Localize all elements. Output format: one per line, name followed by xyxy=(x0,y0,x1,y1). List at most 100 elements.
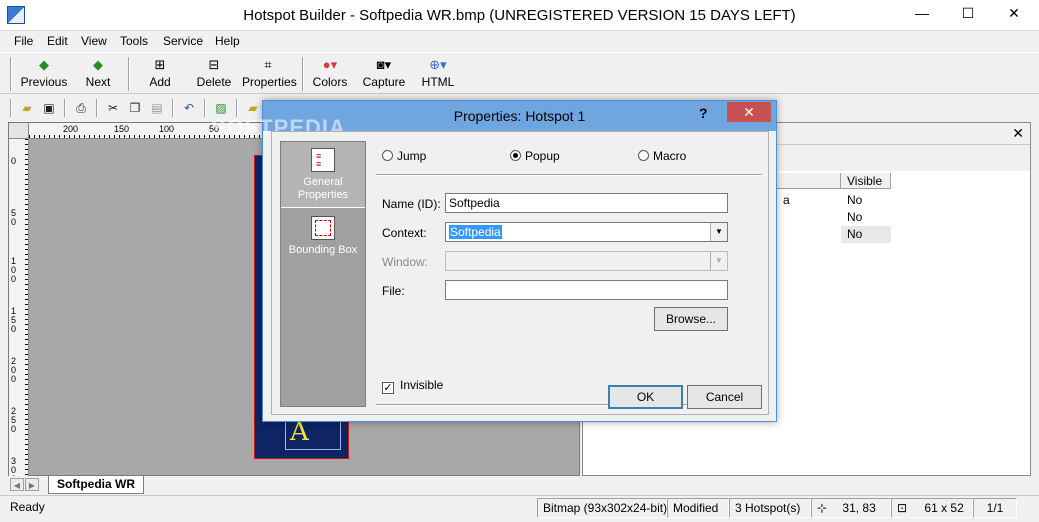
radio-selected-icon xyxy=(510,150,521,161)
window-combobox[interactable]: ▼ xyxy=(445,251,728,271)
html-button[interactable]: ⊕▾ HTML xyxy=(418,57,458,93)
previous-button[interactable]: ◆ Previous xyxy=(20,57,68,93)
undo-icon[interactable]: ↶ xyxy=(180,99,198,117)
ruler-corner xyxy=(9,123,29,139)
dialog-body: ≡ ≡ General Properties Bounding Box Jump … xyxy=(271,131,769,415)
radio-label: Popup xyxy=(525,149,560,163)
sidebar-item-general[interactable]: ≡ ≡ General Properties xyxy=(281,142,365,208)
title-bar: Hotspot Builder - Softpedia WR.bmp (UNRE… xyxy=(0,0,1039,31)
invisible-checkbox[interactable]: ✓ Invisible xyxy=(382,378,443,394)
column-header-name[interactable] xyxy=(777,173,841,189)
save-icon[interactable]: ▣ xyxy=(40,99,58,117)
capture-button[interactable]: ◙▾ Capture xyxy=(362,57,406,93)
window-label: Window: xyxy=(382,255,429,269)
status-hotspots: 3 Hotspot(s) xyxy=(729,498,811,518)
add-hotspot-icon: ⊞ xyxy=(154,57,166,72)
toolbar-separator xyxy=(302,57,304,91)
visible-cell[interactable]: No xyxy=(841,192,891,209)
cursor-position-icon: ⊹ xyxy=(817,501,828,515)
help-button[interactable]: ? xyxy=(699,105,708,121)
ruler-label: 200 xyxy=(63,124,79,134)
ruler-label: 0 xyxy=(11,156,17,166)
minimize-button[interactable]: — xyxy=(899,0,945,28)
tab-scroll-right-icon[interactable]: ▶ xyxy=(25,478,39,491)
main-toolbar: ◆ Previous ◆ Next ⊞ Add ⊟ Delete ⌗ Prope… xyxy=(0,52,1039,94)
column-header-visible[interactable]: Visible xyxy=(841,173,891,189)
status-bar: Ready Bitmap (93x302x24-bit) Modified 3 … xyxy=(0,495,1039,522)
dialog-close-button[interactable]: ✕ xyxy=(727,102,771,122)
menu-file[interactable]: File xyxy=(14,34,33,48)
checkbox-label: Invisible xyxy=(400,378,444,392)
sidebar-item-bounding-box[interactable]: Bounding Box xyxy=(281,216,365,266)
status-bitmap: Bitmap (93x302x24-bit) xyxy=(537,498,667,518)
context-value: Softpedia xyxy=(449,225,502,239)
hotspot-name-cell[interactable]: a xyxy=(777,192,807,209)
ruler-label: 100 xyxy=(11,256,17,284)
status-page: 1/1 xyxy=(973,498,1017,518)
menu-service[interactable]: Service xyxy=(163,34,203,48)
radio-label: Macro xyxy=(653,149,687,163)
position-value: 31, 83 xyxy=(842,501,876,515)
properties-label: Properties xyxy=(242,75,297,89)
panel-close-icon[interactable]: ✕ xyxy=(1012,125,1024,142)
cut-icon[interactable]: ✂ xyxy=(104,99,122,117)
next-button[interactable]: ◆ Next xyxy=(78,57,118,93)
colors-icon: ●▾ xyxy=(322,57,338,72)
browse-button[interactable]: Browse... xyxy=(654,307,728,331)
type-jump-radio[interactable]: Jump xyxy=(382,149,426,163)
sheet-tab[interactable]: Softpedia WR xyxy=(48,476,144,494)
menu-edit[interactable]: Edit xyxy=(47,34,68,48)
toolbar-separator xyxy=(204,99,206,117)
open-icon[interactable]: ▰ xyxy=(18,99,36,117)
properties-sidebar: ≡ ≡ General Properties Bounding Box xyxy=(280,141,366,407)
ruler-label: 150 xyxy=(114,124,130,134)
arrow-left-icon: ◆ xyxy=(39,57,49,72)
file-field[interactable] xyxy=(445,280,728,300)
sheet-tab-bar: ◀ ▶ Softpedia WR xyxy=(8,476,580,494)
context-combobox[interactable]: Softpedia ▼ xyxy=(445,222,728,242)
context-label: Context: xyxy=(382,226,427,240)
status-size: ⊡ 61 x 52 xyxy=(891,498,973,518)
ruler-label: 200 xyxy=(11,356,17,384)
close-button[interactable]: ✕ xyxy=(991,0,1037,28)
name-field[interactable]: Softpedia xyxy=(445,193,728,213)
arrow-right-icon: ◆ xyxy=(93,57,103,72)
vertical-ruler: 0 50 100 150 200 250 300 xyxy=(9,139,29,484)
maximize-button[interactable]: ☐ xyxy=(945,0,991,28)
cancel-button[interactable]: Cancel xyxy=(687,385,762,409)
camera-icon: ◙▾ xyxy=(376,57,392,72)
visible-cell[interactable]: No xyxy=(841,209,891,226)
add-label: Add xyxy=(149,75,171,89)
chevron-down-icon[interactable]: ▼ xyxy=(710,223,727,241)
properties-button[interactable]: ⌗ Properties xyxy=(242,57,297,93)
properties-icon: ⌗ xyxy=(264,57,272,72)
general-properties-icon: ≡ ≡ xyxy=(311,148,335,172)
colors-button[interactable]: ●▾ Colors xyxy=(310,57,350,93)
visible-cell[interactable]: No xyxy=(841,226,891,243)
menu-help[interactable]: Help xyxy=(215,34,240,48)
sidebar-label: General Properties xyxy=(297,176,349,201)
size-value: 61 x 52 xyxy=(924,501,964,515)
ruler-label: 150 xyxy=(11,306,17,334)
html-label: HTML xyxy=(421,75,455,89)
bounding-box-icon xyxy=(311,216,335,240)
toolbar-grip xyxy=(10,57,12,91)
properties-dialog: Properties: Hotspot 1 ? ✕ SOFTPEDIA ≡ ≡ G… xyxy=(211,100,777,422)
type-macro-radio[interactable]: Macro xyxy=(638,149,686,163)
menu-view[interactable]: View xyxy=(81,34,107,48)
radio-icon xyxy=(638,150,649,161)
add-button[interactable]: ⊞ Add xyxy=(140,57,180,93)
menu-tools[interactable]: Tools xyxy=(120,34,148,48)
copy-icon[interactable]: ❐ xyxy=(126,99,144,117)
next-label: Next xyxy=(85,75,111,89)
status-modified: Modified xyxy=(667,498,729,518)
print-icon[interactable]: ⎙ xyxy=(72,99,90,117)
ok-button[interactable]: OK xyxy=(608,385,683,409)
delete-button[interactable]: ⊟ Delete xyxy=(192,57,236,93)
tab-scroll-left-icon[interactable]: ◀ xyxy=(10,478,24,491)
selection-size-icon: ⊡ xyxy=(897,501,908,515)
status-position: ⊹ 31, 83 xyxy=(811,498,891,518)
sidebar-label: Bounding Box xyxy=(288,244,358,256)
paste-icon[interactable]: ▤ xyxy=(148,99,166,117)
type-popup-radio[interactable]: Popup xyxy=(510,149,560,163)
